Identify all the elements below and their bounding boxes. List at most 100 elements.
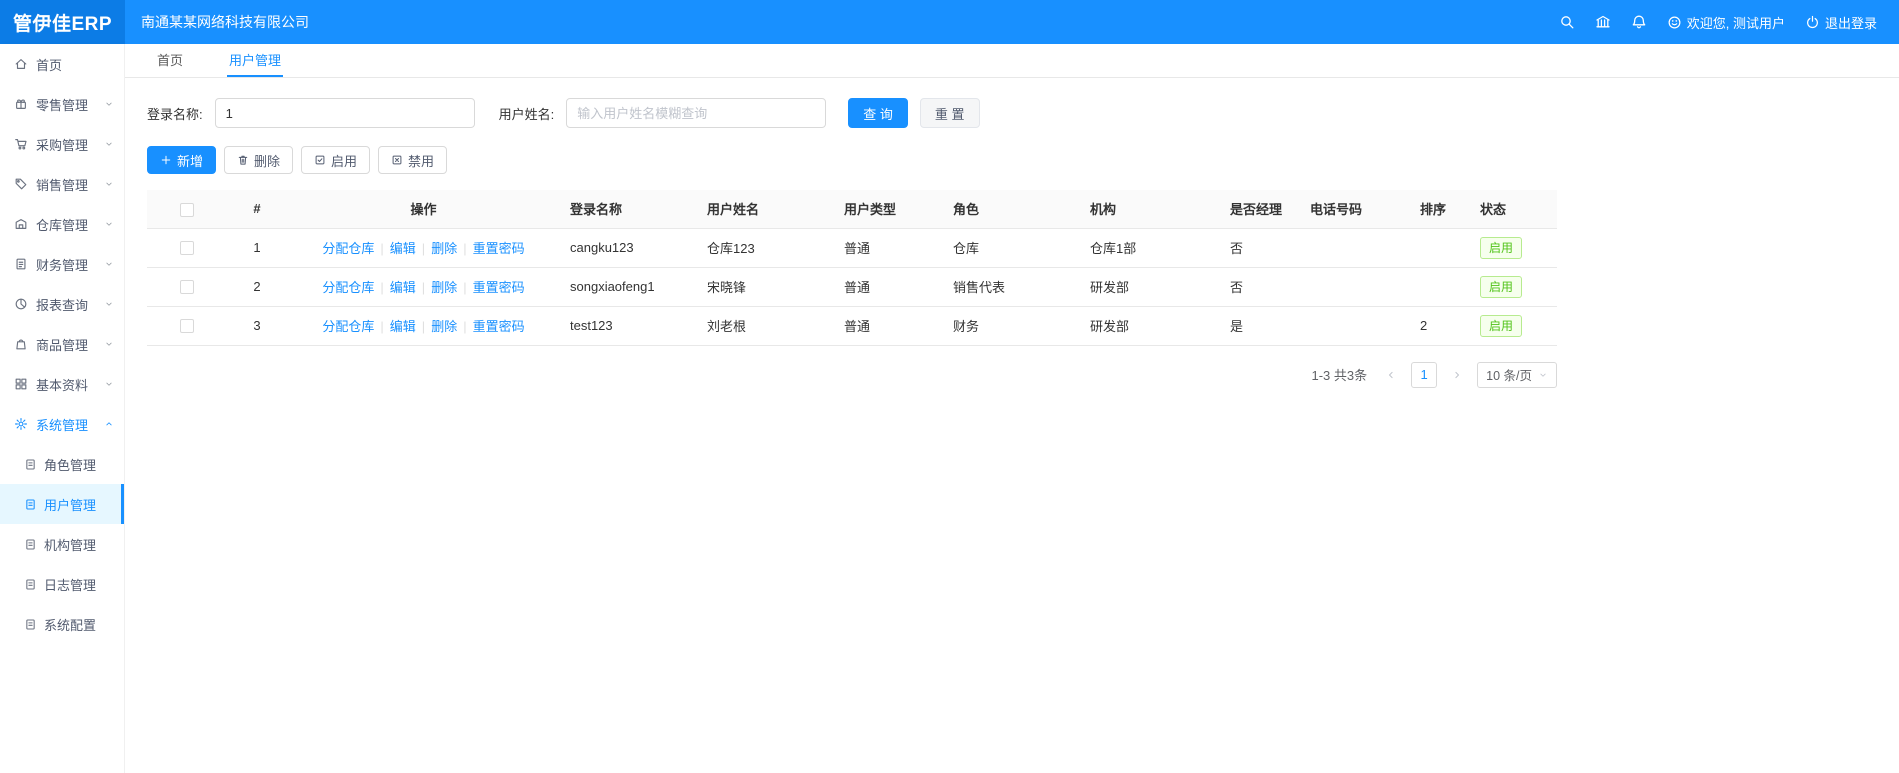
sidebar-subitem-user[interactable]: 用户管理 [0, 484, 124, 524]
cell-status: 启用 [1470, 267, 1557, 307]
op-delete-link[interactable]: 删除 [431, 319, 457, 334]
op-edit-link[interactable]: 编辑 [390, 319, 416, 334]
sidebar-item-goods[interactable]: 商品管理 [0, 324, 124, 364]
col-header: 用户姓名 [697, 190, 834, 229]
op-edit-link[interactable]: 编辑 [390, 280, 416, 295]
sidebar-item-basic[interactable]: 基本资料 [0, 364, 124, 404]
op-reset-password-link[interactable]: 重置密码 [473, 319, 525, 334]
sidebar-item-label: 基本资料 [36, 377, 89, 393]
col-header: 操作 [287, 190, 560, 229]
search-icon[interactable] [1559, 14, 1575, 30]
sidebar-subitem-label: 日志管理 [44, 577, 97, 593]
row-checkbox[interactable] [180, 241, 194, 256]
cell-login-name: songxiaofeng1 [560, 267, 697, 307]
cell-phone [1300, 267, 1410, 307]
col-header: # [227, 190, 287, 229]
chevron-down-icon [104, 179, 114, 189]
bank-icon[interactable] [1595, 14, 1611, 30]
op-assign-warehouse-link[interactable]: 分配仓库 [322, 241, 374, 256]
sidebar-item-home[interactable]: 首页 [0, 44, 124, 84]
row-checkbox[interactable] [180, 280, 194, 295]
chevron-right-icon [1451, 369, 1463, 381]
cell-sort: 2 [1410, 306, 1470, 346]
page-size-select[interactable]: 10 条/页 [1477, 361, 1557, 388]
sidebar-subitem-log[interactable]: 日志管理 [0, 564, 124, 604]
sidebar-item-system[interactable]: 系统管理 [0, 404, 124, 444]
sidebar-subitem-role[interactable]: 角色管理 [0, 444, 124, 484]
op-reset-password-link[interactable]: 重置密码 [473, 241, 525, 256]
reset-button[interactable]: 重 置 [919, 98, 980, 128]
col-header: 用户类型 [834, 190, 943, 229]
op-delete-link[interactable]: 删除 [431, 280, 457, 295]
sidebar-item-purchase[interactable]: 采购管理 [0, 124, 124, 164]
doc-icon [24, 578, 37, 591]
sidebar-item-report[interactable]: 报表查询 [0, 284, 124, 324]
prev-page-button[interactable] [1379, 363, 1403, 387]
op-separator: | [380, 241, 384, 256]
op-assign-warehouse-link[interactable]: 分配仓库 [322, 319, 374, 334]
cell-status: 启用 [1470, 228, 1557, 268]
sidebar: 首页 零售管理 采购管理 销售管理 仓库管理财务管理报表查询 商品管理基本资料系统管理角色… [0, 44, 125, 773]
chevron-down-icon [104, 139, 114, 149]
disable-button[interactable]: 禁用 [378, 146, 448, 174]
report-icon [14, 297, 28, 311]
logout-text: 退出登录 [1824, 15, 1877, 31]
finance-icon [14, 257, 28, 271]
sidebar-subitem-org[interactable]: 机构管理 [0, 524, 124, 564]
sidebar-item-label: 系统管理 [36, 417, 89, 433]
sidebar-item-finance[interactable]: 财务管理 [0, 244, 124, 284]
logout-button[interactable]: 退出登录 [1805, 13, 1877, 32]
pagination: 1-3 共3条 1 10 条/页 [147, 361, 1557, 388]
row-checkbox[interactable] [180, 319, 194, 334]
delete-button[interactable]: 删除 [224, 146, 294, 174]
page-number-button[interactable]: 1 [1411, 361, 1438, 388]
cell-role: 财务 [943, 306, 1080, 346]
welcome-user[interactable]: 欢迎您, 测试用户 [1667, 13, 1785, 32]
op-edit-link[interactable]: 编辑 [390, 241, 416, 256]
enable-button-label: 启用 [331, 153, 358, 169]
sidebar-item-warehouse[interactable]: 仓库管理 [0, 204, 124, 244]
op-reset-password-link[interactable]: 重置密码 [473, 280, 525, 295]
sidebar-item-retail[interactable]: 零售管理 [0, 84, 124, 124]
op-separator: | [421, 241, 426, 256]
cell-role: 销售代表 [943, 267, 1080, 307]
add-button[interactable]: 新增 [147, 146, 217, 174]
table-row: 3 分配仓库 | 编辑 | 删除 | 重置密码 test123 刘老根 普通 财务 研发部是 2 启用 [147, 306, 1557, 346]
tab-home[interactable]: 首页 [155, 44, 185, 77]
op-delete-link[interactable]: 删除 [431, 241, 457, 256]
cell-index: 3 [227, 306, 287, 346]
topbar-actions: 欢迎您, 测试用户 退出登录 [1559, 13, 1899, 32]
disable-button-label: 禁用 [408, 153, 435, 169]
enable-button[interactable]: 启用 [301, 146, 371, 174]
cell-phone [1300, 228, 1410, 268]
sidebar-item-sales[interactable]: 销售管理 [0, 164, 124, 204]
op-separator: | [463, 319, 467, 334]
cell-manager: 是 [1220, 306, 1300, 346]
cell-sort [1410, 267, 1470, 307]
bell-icon[interactable] [1631, 14, 1647, 30]
plus-icon [160, 154, 172, 166]
select-all-checkbox[interactable] [180, 202, 194, 217]
pagination-total: 1-3 共3条 [1311, 368, 1368, 383]
power-icon [1805, 15, 1820, 30]
cell-status: 启用 [1470, 306, 1557, 346]
col-header: 电话号码 [1300, 190, 1410, 229]
x-square-icon [391, 154, 403, 166]
op-assign-warehouse-link[interactable]: 分配仓库 [322, 280, 374, 295]
cell-phone [1300, 306, 1410, 346]
goods-icon [14, 337, 28, 351]
user-name-input[interactable] [566, 98, 827, 128]
search-button[interactable]: 查 询 [848, 98, 908, 128]
sidebar-subitem-config[interactable]: 系统配置 [0, 604, 124, 644]
op-separator: | [421, 319, 426, 334]
home-icon [14, 57, 28, 71]
cell-role: 仓库 [943, 228, 1080, 268]
cell-operations: 分配仓库 | 编辑 | 删除 | 重置密码 [287, 306, 560, 346]
next-page-button[interactable] [1445, 363, 1469, 387]
sidebar-subitem-label: 用户管理 [44, 497, 97, 513]
op-separator: | [380, 319, 384, 334]
sidebar-item-label: 财务管理 [36, 257, 89, 273]
tab-user[interactable]: 用户管理 [227, 44, 284, 77]
login-name-input[interactable] [214, 98, 475, 128]
add-button-label: 新增 [177, 153, 204, 169]
